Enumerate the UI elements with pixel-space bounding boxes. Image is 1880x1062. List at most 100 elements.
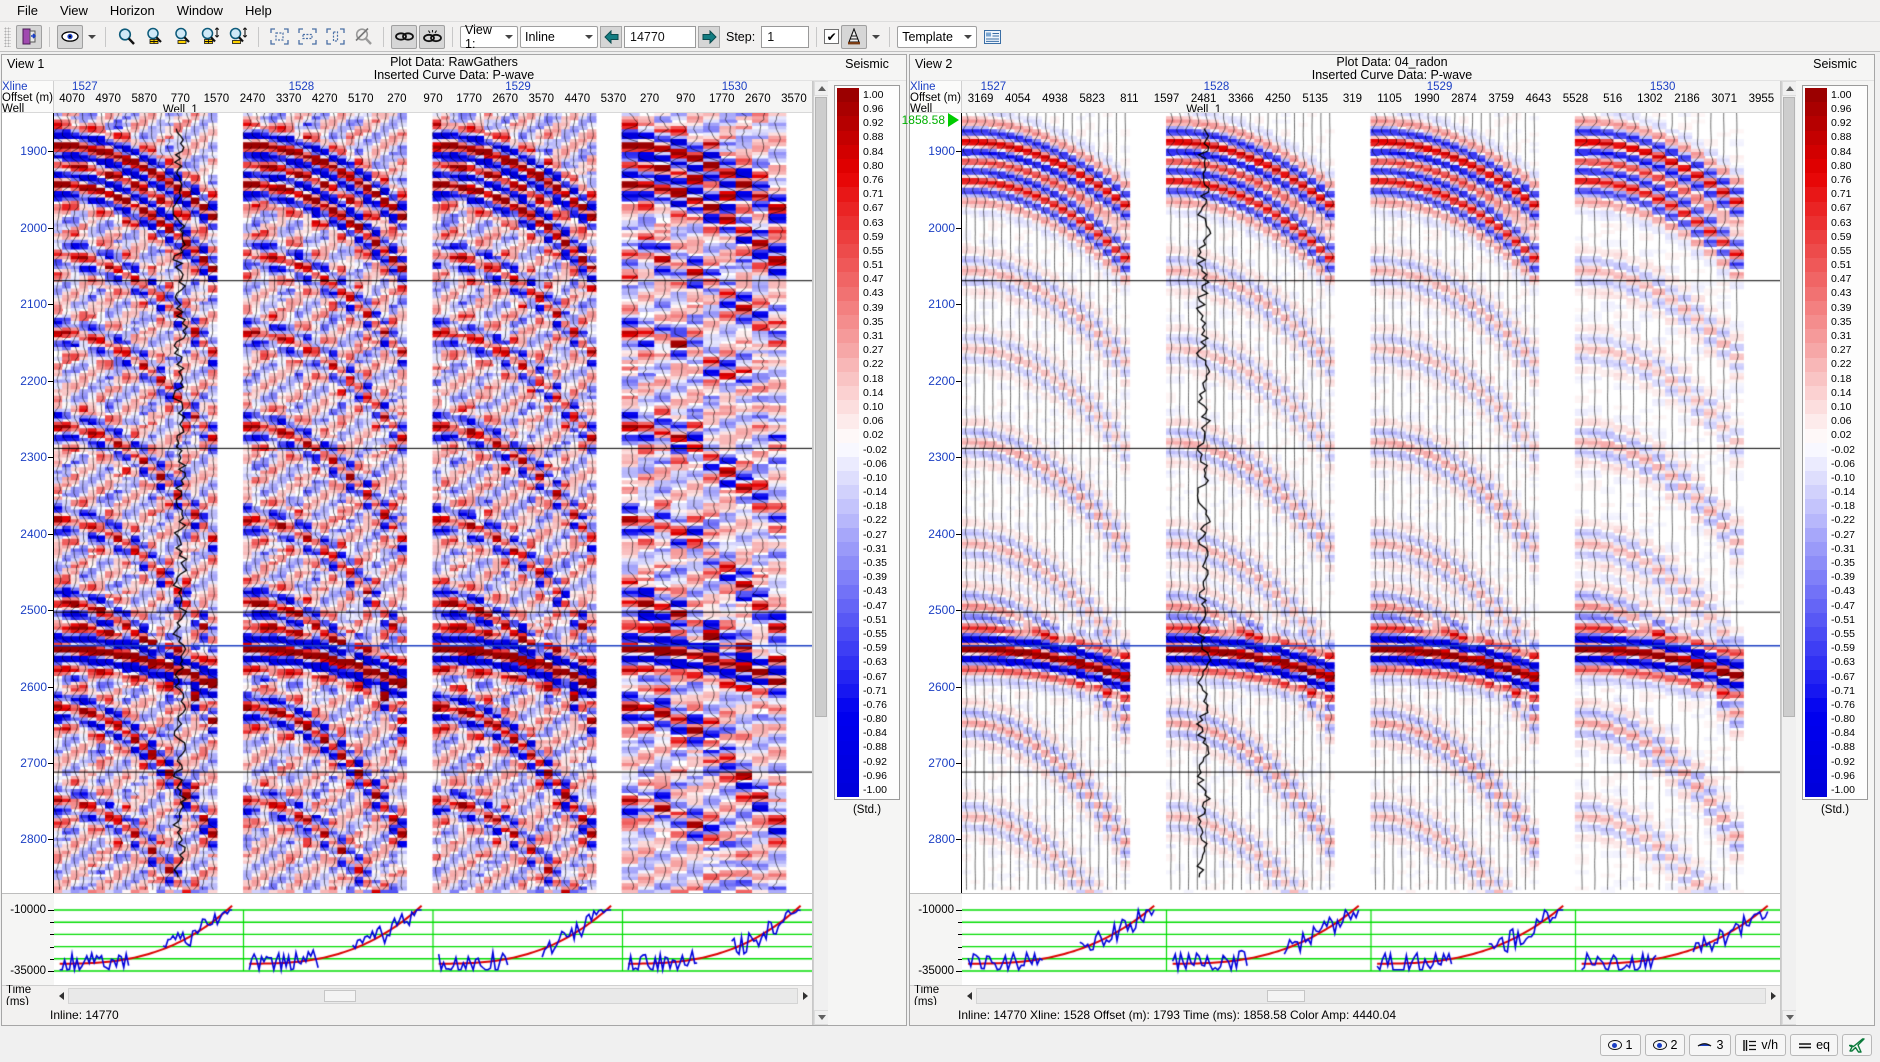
view-1-hscroll-thumb[interactable] (324, 989, 356, 1002)
view-1-hscrollbar[interactable] (68, 987, 798, 1004)
view-1-vscrollbar[interactable] (813, 81, 829, 1025)
view-1-scroll-right-button[interactable] (798, 988, 812, 1004)
view-2-vscrollbar[interactable] (1781, 81, 1797, 1025)
colorbar-row: -0.92 (1805, 754, 1865, 769)
zoom-in-icon[interactable] (141, 25, 167, 49)
view-2-vscroll-thumb[interactable] (1783, 97, 1795, 717)
toolbar-checkbox[interactable]: ✔ (824, 29, 840, 44)
fit-vertical-icon[interactable] (322, 25, 348, 49)
menu-item-help[interactable]: Help (234, 1, 283, 20)
menu-item-horizon[interactable]: Horizon (99, 1, 166, 20)
link-views-icon[interactable] (391, 24, 417, 49)
status-button-airplane[interactable] (1842, 1034, 1872, 1056)
view-1-scroll-down-button[interactable] (814, 1010, 829, 1025)
view-2-curve-plot[interactable] (962, 894, 1780, 985)
time-tick-label: 2700 (20, 756, 47, 770)
colorbar-value: -0.22 (863, 514, 887, 527)
colorbar-row: -0.59 (837, 641, 897, 656)
menu-item-file[interactable]: File (6, 1, 49, 20)
view-2-scroll-right-button[interactable] (1766, 988, 1780, 1004)
line-number-input[interactable]: 14770 (624, 25, 696, 48)
view-2-scroll-down-button[interactable] (1782, 1010, 1797, 1025)
view-1-colorbar[interactable]: 1.00 0.96 0.92 0.88 0.84 0.80 0.76 0.71 0.67 0.63… (834, 85, 900, 801)
eye-visibility-icon[interactable] (57, 24, 83, 49)
previous-line-button[interactable] (600, 25, 622, 48)
colorbar-value: 0.22 (1831, 358, 1852, 371)
offset-label: 2670 (745, 93, 771, 105)
view-2-scroll-left-button[interactable] (962, 988, 976, 1004)
view-select-combo[interactable]: View 1: (460, 23, 518, 51)
colorbar-row: 0.67 (837, 201, 897, 216)
mode-select-combo[interactable]: Inline (520, 25, 598, 48)
time-tick-label: 2600 (928, 679, 955, 694)
view-1-canvas-row: 1900 2000 2100 2200 2300 2400 2500 2600 2700 2800 (2, 113, 812, 893)
view-2-scroll-up-button[interactable] (1782, 81, 1797, 96)
view-2-column-header: Xline Offset (m) Well 3169 4054 4938 5823 81… (910, 81, 1780, 115)
view-1-vscroll-thumb[interactable] (815, 97, 827, 717)
next-line-button[interactable] (698, 25, 720, 48)
xline-label: 1527 (72, 81, 98, 93)
unzoom-icon[interactable] (350, 25, 376, 49)
view-1-scroll-left-button[interactable] (54, 988, 68, 1004)
colorbar-row: -0.76 (1805, 698, 1865, 713)
status-button-vh-ratio[interactable]: v/h (1735, 1034, 1787, 1056)
zoom-out-vertical-icon[interactable] (225, 25, 251, 49)
status-button-equal[interactable]: eq (1790, 1034, 1838, 1056)
colorbar-row: 0.14 (1805, 385, 1865, 401)
xline-label: 1528 (288, 81, 315, 93)
colorbar-value: 0.18 (1831, 372, 1852, 385)
status-button-view3[interactable]: 3 (1689, 1034, 1732, 1056)
colorbar-row: -0.88 (1805, 740, 1865, 755)
time-tick-label: 2300 (20, 450, 47, 465)
colorbar-row: -0.55 (837, 627, 897, 642)
fit-horizontal-icon[interactable] (294, 25, 320, 49)
properties-icon[interactable] (979, 25, 1005, 49)
step-input[interactable]: 1 (761, 25, 810, 48)
colorbar-value: -0.51 (863, 613, 887, 626)
status-button-view2[interactable]: 2 (1644, 1034, 1686, 1056)
status-button-view1[interactable]: 1 (1599, 1034, 1641, 1056)
zoom-out-icon[interactable] (169, 25, 195, 49)
status-button-view3-label: 3 (1716, 1038, 1724, 1052)
cone-color-icon[interactable] (841, 24, 868, 49)
view-2-colorbar[interactable]: 1.00 0.96 0.92 0.88 0.84 0.80 0.76 0.71 0.67 0.63… (1802, 85, 1868, 801)
colorbar-swatch (1805, 244, 1827, 259)
fit-all-icon[interactable] (266, 25, 292, 49)
toolbar-grip[interactable] (4, 26, 11, 47)
zoom-in-vertical-icon[interactable] (197, 25, 223, 49)
eye-visibility-dropdown[interactable] (85, 25, 98, 49)
cone-color-dropdown[interactable] (869, 25, 882, 49)
time-marker[interactable]: 1858.58 (902, 112, 959, 127)
colorbar-swatch (1805, 158, 1827, 174)
view-2-hscrollbar[interactable] (976, 987, 1766, 1004)
menu-item-window[interactable]: Window (166, 1, 234, 20)
colorbar-value: -0.63 (863, 656, 887, 669)
colorbar-value: 0.43 (863, 287, 884, 300)
unlink-views-icon[interactable] (419, 24, 445, 49)
view-2-seismic-canvas[interactable] (962, 113, 1780, 893)
colorbar-swatch (1805, 102, 1827, 117)
offset-label: 1770 (708, 93, 735, 105)
colorbar-row: 0.22 (837, 357, 897, 372)
colorbar-value: -0.10 (1831, 471, 1855, 484)
exit-door-icon[interactable] (16, 24, 42, 49)
view-1-seismic-canvas[interactable] (54, 113, 812, 893)
time-tick-mark (956, 304, 961, 306)
colorbar-value: -0.06 (863, 457, 887, 470)
colorbar-row: 0.59 (1805, 229, 1865, 245)
zoom-icon[interactable] (113, 25, 139, 49)
view-2-body: Xline Offset (m) Well 3169 4054 4938 5823 81… (902, 81, 1874, 1025)
menu-item-view[interactable]: View (49, 1, 99, 20)
view-2-hscroll-thumb[interactable] (1267, 989, 1305, 1002)
colorbar-swatch (837, 527, 859, 542)
view-1-curve-plot[interactable] (54, 894, 812, 985)
colorbar-value: -0.43 (863, 585, 887, 598)
view-1-scroll-up-button[interactable] (814, 81, 829, 96)
toolbar-separator (105, 26, 106, 47)
time-tick-mark (956, 380, 961, 382)
colorbar-swatch (1805, 357, 1827, 372)
template-combo[interactable]: Template (897, 25, 978, 48)
time-tick-mark (48, 686, 53, 688)
colorbar-swatch (837, 116, 859, 131)
line-number-value: 14770 (630, 29, 665, 44)
